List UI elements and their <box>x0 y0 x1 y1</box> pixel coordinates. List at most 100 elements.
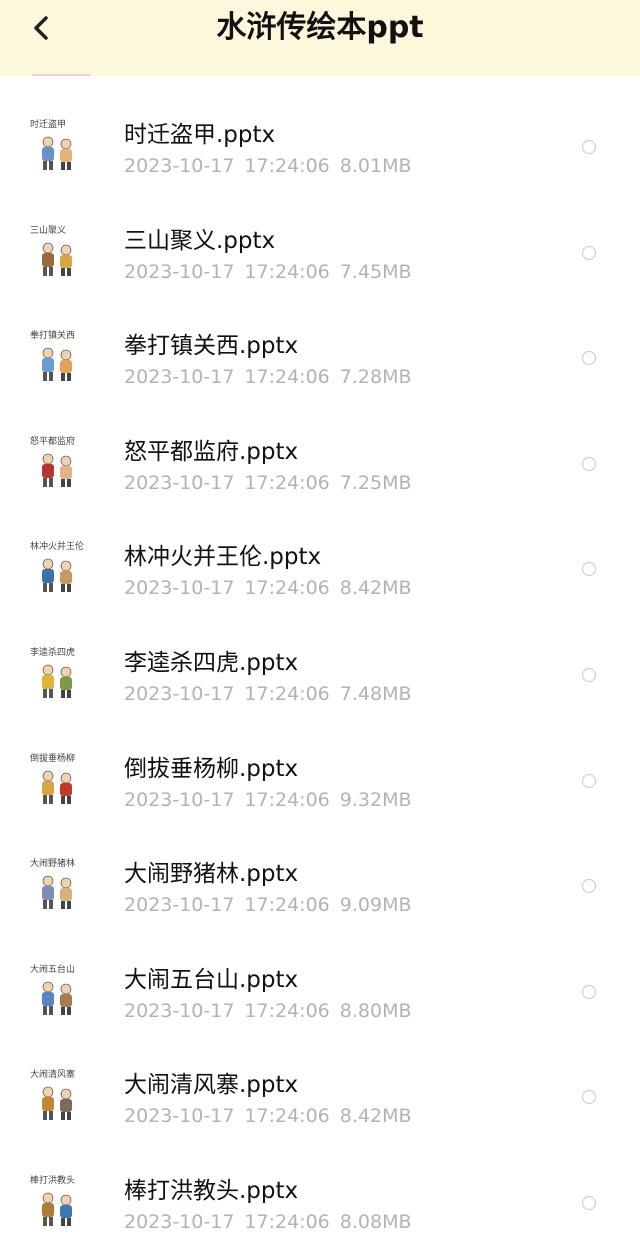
select-radio[interactable] <box>582 140 596 154</box>
file-row[interactable]: 拳打镇关西 拳打镇关西.pptx 2023-10-17 17:24:06 7.28MB <box>0 287 640 392</box>
select-radio[interactable] <box>582 562 596 577</box>
select-radio[interactable] <box>582 351 596 366</box>
file-thumbnail: 怒平都监府 <box>30 437 86 497</box>
file-meta: 2023-10-17 17:24:06 8.01MB <box>124 154 412 178</box>
page-title: 水浒传绘本ppt <box>216 10 424 45</box>
thumbnail-caption: 棒打洪教头 <box>30 1176 76 1186</box>
thumbnail-caption: 李逵杀四虎 <box>30 648 76 658</box>
file-date: 2023-10-17 <box>124 260 235 283</box>
file-time: 17:24:06 <box>244 577 330 600</box>
thumbnail-caption: 时迁盗甲 <box>30 120 67 130</box>
select-radio[interactable] <box>582 1196 596 1210</box>
file-size: 7.45MB <box>339 260 412 283</box>
file-meta: 2023-10-17 17:24:06 8.80MB <box>124 999 412 1023</box>
file-name: 大闹清风寨.pptx <box>124 1072 299 1099</box>
file-time: 17:24:06 <box>244 999 330 1022</box>
file-row[interactable]: 李逵杀四虎 李逵杀四虎.pptx 2023-10-17 17:24:06 7.48MB <box>0 604 640 709</box>
file-size: 8.80MB <box>339 999 412 1022</box>
thumbnail-caption: 大闹野猪林 <box>30 859 76 870</box>
file-name: 怒平都监府.pptx <box>124 438 299 465</box>
file-size: 8.01MB <box>339 155 412 177</box>
file-date: 2023-10-17 <box>124 788 235 811</box>
file-time: 17:24:06 <box>244 1211 330 1233</box>
file-meta: 2023-10-17 17:24:06 8.42MB <box>124 1104 412 1128</box>
illustration-image <box>42 770 72 804</box>
file-meta: 2023-10-17 17:24:06 8.42MB <box>124 576 412 600</box>
file-date: 2023-10-17 <box>124 155 235 177</box>
file-time: 17:24:06 <box>244 366 330 389</box>
select-radio[interactable] <box>582 668 596 682</box>
illustration-image <box>42 242 72 276</box>
file-row[interactable]: 三山聚义 三山聚义.pptx 2023-10-17 17:24:06 7.45MB <box>0 182 640 287</box>
file-time: 17:24:06 <box>244 894 330 917</box>
select-radio[interactable] <box>582 456 596 471</box>
thumbnail-caption: 大闹五台山 <box>30 964 76 975</box>
file-thumbnail: 大闹野猪林 <box>30 859 86 919</box>
file-thumbnail: 时迁盗甲 <box>30 120 86 180</box>
file-thumbnail: 李逵杀四虎 <box>30 648 86 708</box>
file-meta: 2023-10-17 17:24:06 9.09MB <box>124 893 412 917</box>
file-thumbnail: 拳打镇关西 <box>30 331 86 391</box>
file-thumbnail: 大闹清风寨 <box>30 1070 86 1130</box>
file-meta: 2023-10-17 17:24:06 7.45MB <box>124 260 412 284</box>
select-radio[interactable] <box>582 1090 596 1105</box>
select-radio[interactable] <box>582 245 596 260</box>
file-name: 大闹五台山.pptx <box>124 966 299 993</box>
file-name: 三山聚义.pptx <box>124 227 276 254</box>
file-date: 2023-10-17 <box>124 366 235 389</box>
file-meta: 2023-10-17 17:24:06 7.48MB <box>124 682 412 706</box>
file-date: 2023-10-17 <box>124 1105 235 1128</box>
file-date: 2023-10-17 <box>124 577 235 600</box>
illustration-image <box>42 136 72 170</box>
select-radio[interactable] <box>582 879 596 894</box>
file-meta: 2023-10-17 17:24:06 8.08MB <box>124 1210 412 1234</box>
file-date: 2023-10-17 <box>124 894 235 917</box>
file-meta: 2023-10-17 17:24:06 7.28MB <box>124 365 412 389</box>
file-time: 17:24:06 <box>244 788 330 811</box>
illustration-image <box>42 981 72 1015</box>
file-date: 2023-10-17 <box>124 1211 235 1233</box>
file-size: 7.25MB <box>339 471 412 494</box>
file-date: 2023-10-17 <box>124 471 235 494</box>
illustration-image <box>42 1192 72 1226</box>
illustration-image <box>42 1087 72 1121</box>
thumbnail-caption: 三山聚义 <box>30 225 67 236</box>
file-row[interactable]: 林冲火并王伦 林冲火并王伦.pptx 2023-10-17 17:24:06 8.42M… <box>0 498 640 603</box>
file-meta: 2023-10-17 17:24:06 7.25MB <box>124 471 412 495</box>
file-row[interactable]: 大闹五台山 大闹五台山.pptx 2023-10-17 17:24:06 8.80MB <box>0 921 640 1026</box>
file-row[interactable]: 大闹野猪林 大闹野猪林.pptx 2023-10-17 17:24:06 9.09MB <box>0 815 640 920</box>
file-thumbnail: 林冲火并王伦 <box>30 542 86 602</box>
thumbnail-caption: 怒平都监府 <box>30 436 76 447</box>
thumbnail-caption: 倒拔垂杨柳 <box>30 753 76 764</box>
file-name: 林冲火并王伦.pptx <box>124 544 322 571</box>
file-time: 17:24:06 <box>244 260 330 283</box>
select-radio[interactable] <box>582 773 596 788</box>
file-thumbnail: 三山聚义 <box>30 226 86 286</box>
file-meta: 2023-10-17 17:24:06 9.32MB <box>124 788 412 812</box>
file-name: 大闹野猪林.pptx <box>124 861 299 888</box>
top-bar: 水浒传绘本ppt <box>0 0 640 76</box>
file-row[interactable]: 怒平都监府 怒平都监府.pptx 2023-10-17 17:24:06 7.25MB <box>0 393 640 498</box>
file-size: 8.42MB <box>339 1105 412 1128</box>
file-date: 2023-10-17 <box>124 683 235 705</box>
file-size: 7.48MB <box>339 683 412 705</box>
file-name: 李逵杀四虎.pptx <box>124 650 299 676</box>
illustration-image <box>42 875 72 910</box>
file-time: 17:24:06 <box>244 471 330 494</box>
thumbnail-caption: 大闹清风寨 <box>30 1070 76 1081</box>
file-name: 拳打镇关西.pptx <box>124 333 299 360</box>
file-row[interactable]: 大闹清风寨 大闹清风寨.pptx 2023-10-17 17:24:06 8.42MB <box>0 1026 640 1131</box>
file-row[interactable]: 棒打洪教头 棒打洪教头.pptx 2023-10-17 17:24:06 8.08MB <box>0 1132 640 1237</box>
file-date: 2023-10-17 <box>124 999 235 1022</box>
thumbnail-caption: 林冲火并王伦 <box>30 542 85 553</box>
illustration-image <box>42 559 72 593</box>
file-size: 9.32MB <box>339 788 412 811</box>
file-time: 17:24:06 <box>244 1105 330 1128</box>
file-name: 倒拔垂杨柳.pptx <box>124 755 299 782</box>
file-row[interactable]: 倒拔垂杨柳 倒拔垂杨柳.pptx 2023-10-17 17:24:06 9.32MB <box>0 710 640 815</box>
file-row[interactable]: 时迁盗甲 时迁盗甲.pptx 2023-10-17 17:24:06 8.01MB <box>0 76 640 181</box>
file-thumbnail: 倒拔垂杨柳 <box>30 754 86 814</box>
file-name: 时迁盗甲.pptx <box>124 122 276 148</box>
file-thumbnail: 棒打洪教头 <box>30 1176 86 1236</box>
select-radio[interactable] <box>582 984 596 999</box>
